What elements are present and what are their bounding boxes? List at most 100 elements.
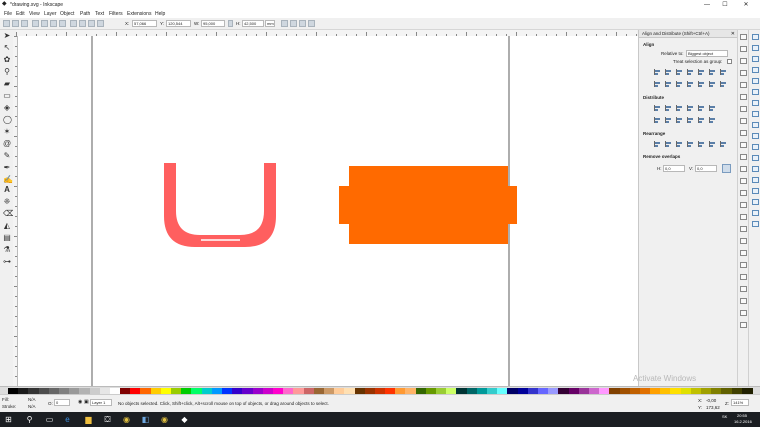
- snap-icon[interactable]: [752, 111, 759, 117]
- scale-corners-icon[interactable]: [290, 20, 297, 27]
- dropper-tool-icon[interactable]: ⚗: [3, 246, 11, 254]
- rotate-ccw-icon[interactable]: [32, 20, 39, 27]
- distribute-button-icon[interactable]: [708, 116, 716, 124]
- align-button-icon[interactable]: [697, 80, 705, 88]
- rearrange-button-icon[interactable]: [708, 140, 716, 148]
- distribute-button-icon[interactable]: [653, 104, 661, 112]
- distribute-button-icon[interactable]: [697, 104, 705, 112]
- distribute-button-icon[interactable]: [686, 116, 694, 124]
- command-icon[interactable]: [740, 154, 747, 160]
- snap-icon[interactable]: [752, 144, 759, 150]
- lock-icon[interactable]: [228, 20, 233, 27]
- menu-object[interactable]: Object: [60, 10, 74, 18]
- y-input[interactable]: 120,544: [166, 20, 191, 27]
- command-icon[interactable]: [740, 82, 747, 88]
- menu-file[interactable]: File: [4, 10, 12, 18]
- command-icon[interactable]: [740, 238, 747, 244]
- command-icon[interactable]: [740, 274, 747, 280]
- command-icon[interactable]: [740, 142, 747, 148]
- distribute-button-icon[interactable]: [697, 116, 705, 124]
- move-gradients-icon[interactable]: [299, 20, 306, 27]
- pencil-tool-icon[interactable]: ✎: [3, 152, 11, 160]
- command-icon[interactable]: [740, 106, 747, 112]
- command-icon[interactable]: [740, 202, 747, 208]
- edge-browser-icon[interactable]: e: [62, 414, 73, 425]
- flip-vertical-icon[interactable]: [59, 20, 66, 27]
- snap-icon[interactable]: [752, 67, 759, 73]
- chrome-icon[interactable]: ◉: [121, 414, 132, 425]
- distribute-button-icon[interactable]: [664, 116, 672, 124]
- command-icon[interactable]: [740, 262, 747, 268]
- h-gap-input[interactable]: 0,0: [663, 165, 685, 172]
- snap-icon[interactable]: [752, 100, 759, 106]
- rectangle-tool-icon[interactable]: ▭: [3, 92, 11, 100]
- measure-tool-icon[interactable]: ▰: [3, 80, 11, 88]
- drawing-canvas[interactable]: [18, 36, 638, 386]
- panel-close-icon[interactable]: ✕: [731, 30, 735, 38]
- snap-icon[interactable]: [752, 133, 759, 139]
- height-input[interactable]: 42,500: [242, 20, 264, 27]
- eraser-tool-icon[interactable]: ⌫: [3, 210, 14, 218]
- snap-icon[interactable]: [752, 34, 759, 40]
- command-icon[interactable]: [740, 130, 747, 136]
- lock-layer-icon[interactable]: ▣: [84, 399, 89, 406]
- snap-icon[interactable]: [752, 188, 759, 194]
- gradient-tool-icon[interactable]: ▤: [3, 234, 11, 242]
- task-view-icon[interactable]: ▭: [44, 414, 55, 425]
- align-button-icon[interactable]: [686, 80, 694, 88]
- menu-help[interactable]: Help: [155, 10, 165, 18]
- zoom-tool-icon[interactable]: ⚲: [3, 68, 11, 76]
- node-tool-icon[interactable]: ↖: [3, 44, 11, 52]
- command-icon[interactable]: [740, 310, 747, 316]
- remove-overlaps-button[interactable]: [722, 164, 731, 173]
- store-icon[interactable]: ⛋: [102, 414, 113, 425]
- rearrange-button-icon[interactable]: [675, 140, 683, 148]
- raise-icon[interactable]: [79, 20, 86, 27]
- minimize-button[interactable]: —: [699, 0, 715, 10]
- clock-time[interactable]: 20:55: [737, 413, 747, 418]
- lower-icon[interactable]: [88, 20, 95, 27]
- width-input[interactable]: 95,000: [201, 20, 225, 27]
- eye-icon[interactable]: ◉: [78, 399, 83, 406]
- tweak-tool-icon[interactable]: ✿: [3, 56, 11, 64]
- unit-select[interactable]: mm: [265, 20, 275, 27]
- align-button-icon[interactable]: [708, 80, 716, 88]
- file-explorer-icon[interactable]: ▆: [83, 414, 94, 425]
- command-icon[interactable]: [740, 226, 747, 232]
- bucket-tool-icon[interactable]: ◭: [3, 222, 11, 230]
- scale-stroke-icon[interactable]: [281, 20, 288, 27]
- selector-tool-icon[interactable]: ➤: [3, 32, 11, 40]
- align-button-icon[interactable]: [653, 80, 661, 88]
- command-icon[interactable]: [740, 286, 747, 292]
- maximize-button[interactable]: ☐: [717, 0, 733, 10]
- spiral-tool-icon[interactable]: @: [3, 140, 11, 148]
- pen-tool-icon[interactable]: ✒: [3, 164, 11, 172]
- command-icon[interactable]: [740, 94, 747, 100]
- search-icon[interactable]: ⚲: [24, 414, 35, 425]
- select-all-icon[interactable]: [3, 20, 10, 27]
- align-button-icon[interactable]: [664, 80, 672, 88]
- connector-tool-icon[interactable]: ⊶: [3, 258, 11, 266]
- command-icon[interactable]: [740, 70, 747, 76]
- select-all-layers-icon[interactable]: [12, 20, 19, 27]
- rearrange-button-icon[interactable]: [697, 140, 705, 148]
- snap-icon[interactable]: [752, 45, 759, 51]
- lower-to-bottom-icon[interactable]: [97, 20, 104, 27]
- star-tool-icon[interactable]: ✶: [3, 128, 11, 136]
- distribute-button-icon[interactable]: [653, 116, 661, 124]
- calligraphy-tool-icon[interactable]: ✍: [3, 176, 13, 184]
- command-icon[interactable]: [740, 298, 747, 304]
- u-shape-object[interactable]: [164, 163, 276, 247]
- distribute-button-icon[interactable]: [686, 104, 694, 112]
- x-input[interactable]: 57,066: [132, 20, 157, 27]
- opacity-input[interactable]: 0: [54, 399, 70, 406]
- snap-icon[interactable]: [752, 78, 759, 84]
- rearrange-button-icon[interactable]: [686, 140, 694, 148]
- rectangle-object[interactable]: [339, 166, 517, 244]
- zoom-input[interactable]: 141%: [731, 399, 749, 406]
- start-button-icon[interactable]: ⊞: [3, 414, 14, 425]
- 3d-box-tool-icon[interactable]: ◈: [3, 104, 11, 112]
- distribute-button-icon[interactable]: [708, 104, 716, 112]
- clock-date[interactable]: 16.2.2016: [734, 419, 752, 424]
- command-icon[interactable]: [740, 58, 747, 64]
